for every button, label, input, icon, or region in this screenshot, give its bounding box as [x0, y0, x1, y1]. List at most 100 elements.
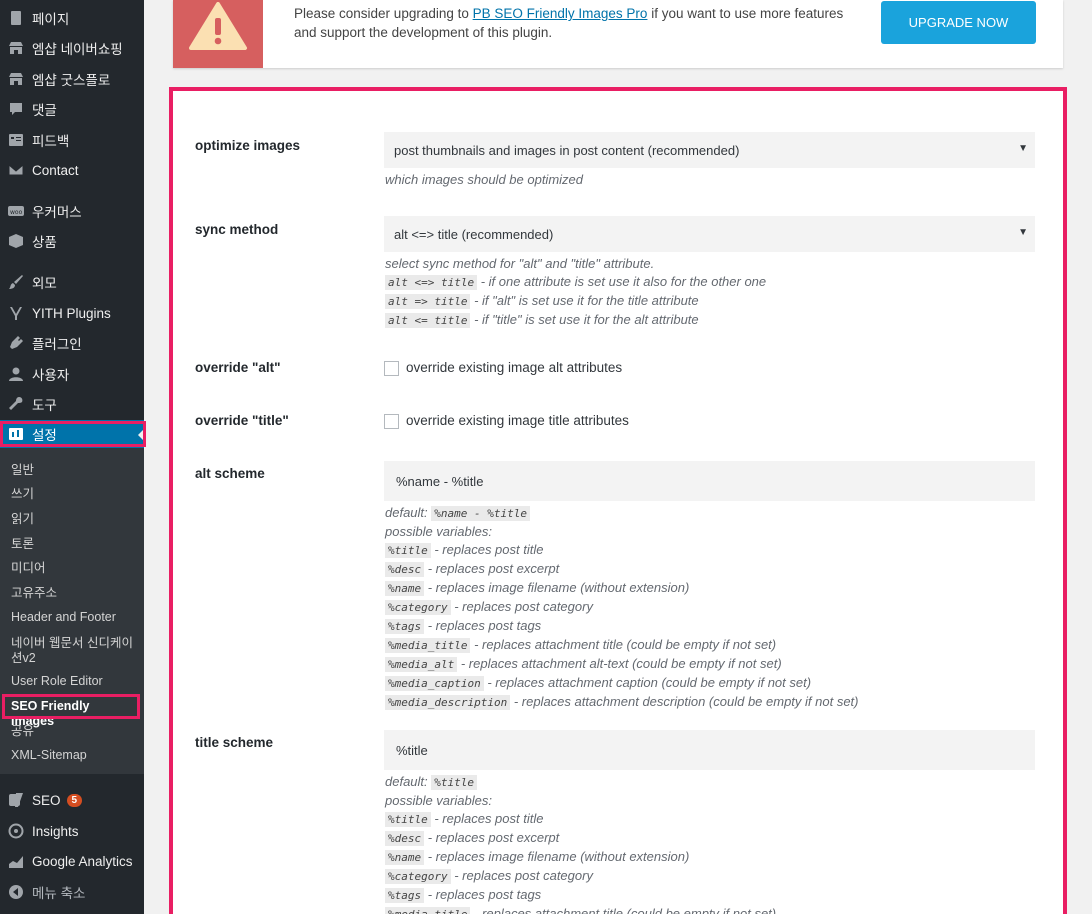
menu-item-pages[interactable]: 페이지 [0, 3, 144, 33]
sync-code: alt <= title [385, 313, 471, 328]
variable-row: %title - replaces post title [385, 810, 1035, 829]
sync-option-row: alt => title - if "alt" is set use it fo… [385, 292, 1035, 311]
submenu-reading[interactable]: 읽기 [11, 512, 136, 527]
menu-item-goodsflow[interactable]: 엠샵 굿스플로 [0, 64, 144, 94]
dropdown-arrow-icon: ▼ [1018, 143, 1028, 154]
override-title-checkbox[interactable] [384, 414, 399, 429]
default-label: default: [385, 774, 432, 789]
override-alt-checkbox[interactable] [384, 361, 399, 376]
variable-code: %desc [385, 562, 425, 577]
update-badge: 5 [66, 793, 83, 807]
menu-item-label: 우커머스 [32, 205, 82, 220]
dropdown-arrow-icon: ▼ [1018, 227, 1028, 238]
variable-row: %tags - replaces post tags [385, 617, 1035, 636]
submenu-permalinks[interactable]: 고유주소 [11, 586, 136, 601]
sync-option-text: - if "alt" is set use it for the title a… [470, 293, 699, 308]
notice-icon-box [173, 0, 263, 68]
upgrade-notice: Please consider upgrading to PB SEO Frie… [173, 0, 1063, 68]
menu-item-contact[interactable]: Contact [0, 155, 144, 185]
title-scheme-input[interactable]: %title [384, 730, 1035, 770]
variable-code: %desc [385, 831, 425, 846]
menu-item-naver-shopping[interactable]: 엠샵 네이버쇼핑 [0, 33, 144, 63]
variable-text: - replaces post excerpt [424, 830, 560, 845]
alt-scheme-input[interactable]: %name - %title [384, 461, 1035, 501]
sync-option-text: - if one attribute is set use it also fo… [477, 274, 767, 289]
variable-row: %media_caption - replaces attachment cap… [385, 674, 1035, 693]
menu-item-woocommerce[interactable]: woo 우커머스 [0, 196, 144, 226]
menu-item-feedback[interactable]: 피드백 [0, 125, 144, 155]
submenu-writing[interactable]: 쓰기 [11, 487, 136, 502]
menu-item-label: 사용자 [32, 368, 70, 383]
variable-code: %name [385, 581, 425, 596]
upgrade-now-button[interactable]: UPGRADE NOW [881, 1, 1036, 44]
collapse-menu-button[interactable]: 메뉴 축소 [0, 877, 144, 907]
submenu-header-footer[interactable]: Header and Footer [11, 610, 136, 625]
alt-scheme-desc: default: %name - %title possible variabl… [385, 504, 1035, 712]
variable-row: %desc - replaces post excerpt [385, 560, 1035, 579]
submenu-user-role-editor[interactable]: User Role Editor [11, 674, 136, 689]
menu-item-comments[interactable]: 댓글 [0, 94, 144, 124]
menu-item-label: 메뉴 축소 [32, 886, 86, 901]
default-code: %name - %title [431, 506, 530, 521]
optimize-images-select[interactable]: post thumbnails and images in post conte… [384, 132, 1035, 168]
sync-option-text: - if "title" is set use it for the alt a… [470, 312, 699, 327]
menu-item-appearance[interactable]: 외모 [0, 267, 144, 297]
sync-code: alt <=> title [385, 275, 478, 290]
variable-text: - replaces image filename (without exten… [424, 580, 690, 595]
sync-method-select[interactable]: alt <=> title (recommended) ▼ [384, 216, 1035, 252]
pro-link[interactable]: PB SEO Friendly Images Pro [473, 6, 648, 21]
variable-row: %media_title - replaces attachment title… [385, 636, 1035, 655]
submenu-media[interactable]: 미디어 [11, 561, 136, 576]
menu-item-products[interactable]: 상품 [0, 226, 144, 256]
menu-item-label: 외모 [32, 276, 57, 291]
submenu-naver-syndication[interactable]: 네이버 웹문서 신디케이션v2 [11, 636, 136, 666]
settings-icon [8, 426, 24, 442]
comment-icon [8, 101, 24, 117]
title-scheme-default: default: %title [385, 773, 1035, 792]
users-icon [8, 366, 24, 382]
analytics-icon [8, 853, 24, 869]
menu-item-insights[interactable]: Insights [0, 816, 144, 846]
variable-code: %media_title [385, 907, 471, 914]
menu-item-label: SEO [32, 792, 61, 808]
menu-item-google-analytics[interactable]: Google Analytics [0, 846, 144, 876]
wrench-icon [8, 396, 24, 412]
optimize-images-value: post thumbnails and images in post conte… [394, 142, 740, 158]
title-vars-list: %title - replaces post title %desc - repl… [385, 810, 1035, 914]
feedback-icon [8, 132, 24, 148]
submenu-general[interactable]: 일반 [11, 463, 136, 478]
store-icon [8, 71, 24, 87]
optimize-images-desc: which images should be optimized [385, 172, 583, 187]
menu-item-label: 페이지 [32, 12, 70, 27]
menu-item-yith[interactable]: YITH Plugins [0, 298, 144, 328]
current-arrow [138, 429, 144, 441]
variable-text: - replaces attachment title (could be em… [470, 637, 777, 652]
menu-item-users[interactable]: 사용자 [0, 359, 144, 389]
variable-text: - replaces post title [430, 542, 544, 557]
menu-item-label: 플러그인 [32, 337, 82, 352]
woocommerce-icon: woo [8, 203, 24, 219]
override-alt-checkbox-label[interactable]: override existing image alt attributes [406, 360, 622, 375]
variable-text: - replaces post excerpt [424, 561, 560, 576]
variable-row: %media_alt - replaces attachment alt-tex… [385, 655, 1035, 674]
variable-row: %category - replaces post category [385, 867, 1035, 886]
variable-code: %category [385, 869, 451, 884]
override-title-checkbox-label[interactable]: override existing image title attributes [406, 413, 629, 428]
submenu-xml-sitemap[interactable]: XML-Sitemap [11, 748, 136, 763]
svg-text:woo: woo [10, 209, 23, 216]
variable-code: %category [385, 600, 451, 615]
variable-row: %title - replaces post title [385, 541, 1035, 560]
variable-text: - replaces attachment description (could… [510, 694, 859, 709]
variable-text: - replaces image filename (without exten… [424, 849, 690, 864]
variable-row: %media_title - replaces attachment title… [385, 905, 1035, 914]
variable-text: - replaces attachment caption (could be … [483, 675, 812, 690]
menu-item-plugins[interactable]: 플러그인 [0, 328, 144, 358]
submenu-share[interactable]: 공유 [11, 724, 136, 739]
submenu-discussion[interactable]: 토론 [11, 537, 136, 552]
title-scheme-desc: default: %title possible variables: %tit… [385, 773, 1035, 914]
menu-item-tools[interactable]: 도구 [0, 389, 144, 419]
menu-item-seo[interactable]: SEO 5 [0, 785, 144, 815]
optimize-images-label: optimize images [195, 138, 301, 153]
menu-item-label: 피드백 [32, 134, 70, 149]
menu-item-settings[interactable]: 설정 [0, 420, 144, 448]
